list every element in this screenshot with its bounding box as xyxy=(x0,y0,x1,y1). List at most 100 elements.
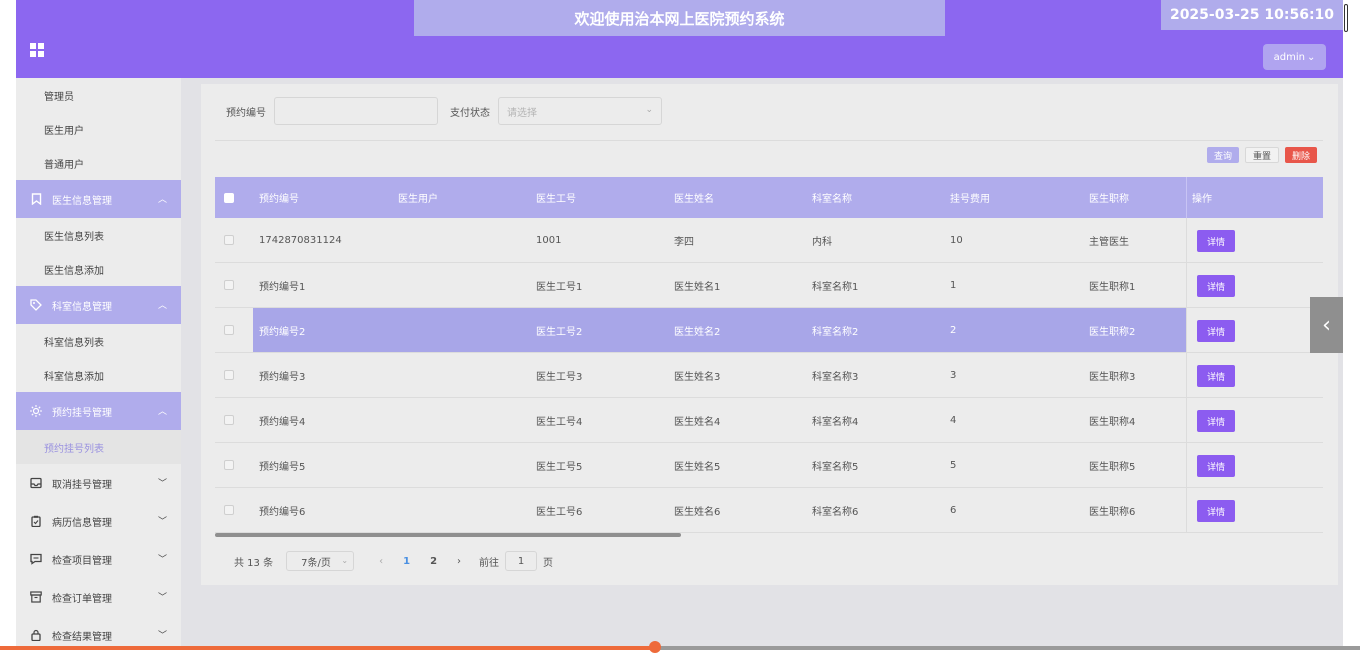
goto-page-input[interactable]: 1 xyxy=(505,551,538,571)
app-frame: 欢迎使用治本网上医院预约系统 2025-03-25 10:56:10 admin… xyxy=(16,0,1343,650)
booking-no-input[interactable] xyxy=(274,97,438,125)
col-dept-cell: 内科 xyxy=(812,236,832,248)
table-row[interactable]: 预约编号3 医生工号3 医生姓名3 科室名称3 3 医生职称3 详情 xyxy=(215,353,1323,398)
pay-status-label: 支付状态 xyxy=(450,107,490,119)
detail-button[interactable]: 详情 xyxy=(1197,410,1235,432)
table-row[interactable]: 预约编号4 医生工号4 医生姓名4 科室名称4 4 医生职称4 详情 xyxy=(215,398,1323,443)
divider xyxy=(215,140,1323,141)
col-dept-cell: 科室名称3 xyxy=(812,371,859,383)
collapse-panel-tab[interactable]: ‹ xyxy=(1310,297,1343,353)
page-size-select[interactable]: 7条/页 ⌄ xyxy=(286,551,355,571)
row-checkbox[interactable] xyxy=(224,280,234,290)
row-checkbox[interactable] xyxy=(224,235,234,245)
sidebar-item[interactable]: 医生用户 xyxy=(16,112,181,146)
table-row[interactable]: 预约编号2 医生工号2 医生姓名2 科室名称2 2 医生职称2 详情 xyxy=(215,308,1323,353)
row-checkbox[interactable] xyxy=(224,460,234,470)
sidebar-group[interactable]: 科室信息管理 ︿ xyxy=(16,286,181,324)
chevron-down-icon: ﹀ xyxy=(157,631,167,641)
delete-button[interactable]: 删除 xyxy=(1284,147,1317,163)
sidebar-item[interactable]: 普通用户 xyxy=(16,146,181,180)
col-fee-cell: 6 xyxy=(950,504,957,516)
col-doctor-user-header: 医生用户 xyxy=(398,194,438,205)
table-row[interactable]: 预约编号6 医生工号6 医生姓名6 科室名称6 6 医生职称6 详情 xyxy=(215,488,1323,533)
sidebar-item-label: 医生信息添加 xyxy=(44,265,104,277)
search-bar: 预约编号 支付状态 请选择 ⌄ xyxy=(226,97,662,125)
user-menu-button[interactable]: admin ⌄ xyxy=(1263,44,1326,70)
col-fee-cell: 3 xyxy=(950,369,957,381)
page-1[interactable]: 1 xyxy=(403,556,410,567)
sidebar-item[interactable]: 预约挂号列表 xyxy=(16,430,181,464)
col-doctor-name-cell: 医生姓名3 xyxy=(674,371,721,383)
chevron-down-icon: ﹀ xyxy=(157,479,167,489)
sidebar-group[interactable]: 病历信息管理 ﹀ xyxy=(16,502,181,540)
video-progress-bar[interactable] xyxy=(0,641,1360,653)
sidebar-item[interactable]: 医生信息添加 xyxy=(16,252,181,286)
sidebar-item[interactable]: 管理员 xyxy=(16,78,181,112)
page-2[interactable]: 2 xyxy=(430,556,437,567)
row-checkbox[interactable] xyxy=(224,505,234,515)
col-doctor-id-cell: 医生工号4 xyxy=(536,416,583,428)
sidebar-group[interactable]: 检查订单管理 ﹀ xyxy=(16,578,181,616)
row-checkbox[interactable] xyxy=(224,415,234,425)
detail-button[interactable]: 详情 xyxy=(1197,275,1235,297)
lock-icon xyxy=(30,629,42,641)
chevron-down-icon: ﹀ xyxy=(157,555,167,565)
col-title-cell: 主管医生 xyxy=(1089,236,1129,248)
sidebar-item-label: 普通用户 xyxy=(44,159,84,171)
row-checkbox[interactable] xyxy=(224,325,234,335)
chevron-up-icon: ︿ xyxy=(157,195,167,205)
table-row[interactable]: 预约编号5 医生工号5 医生姓名5 科室名称5 5 医生职称5 详情 xyxy=(215,443,1323,488)
sidebar-item-label: 管理员 xyxy=(44,91,74,103)
select-all-checkbox[interactable] xyxy=(224,193,234,203)
sidebar-group[interactable]: 取消挂号管理 ﹀ xyxy=(16,464,181,502)
col-doctor-name-cell: 李四 xyxy=(674,236,694,248)
col-doctor-id-header: 医生工号 xyxy=(536,194,576,205)
sidebar-group[interactable]: 检查结果管理 ﹀ xyxy=(16,616,181,650)
chevron-down-icon: ⌄ xyxy=(1306,51,1316,63)
row-checkbox[interactable] xyxy=(224,370,234,380)
sidebar-item-label: 医生信息列表 xyxy=(44,231,104,243)
query-button[interactable]: 查询 xyxy=(1206,147,1239,163)
sidebar-item-label: 预约挂号列表 xyxy=(44,443,104,455)
col-fee-cell: 4 xyxy=(950,414,957,426)
sidebar-nav: 管理员 医生用户 普通用户 医生信息管理 ︿ 医生信息列表 医生信息添加 科室信息管理 ︿ 科室信… xyxy=(16,78,181,650)
sidebar-item[interactable]: 医生信息列表 xyxy=(16,218,181,252)
chevron-down-icon: ⌄ xyxy=(645,105,653,115)
col-doctor-name-header: 医生姓名 xyxy=(674,194,714,205)
pay-status-select[interactable]: 请选择 ⌄ xyxy=(498,97,662,125)
chevron-left-icon: ‹ xyxy=(1322,312,1331,338)
detail-button[interactable]: 详情 xyxy=(1197,455,1235,477)
clock-display: 2025-03-25 10:56:10 xyxy=(1161,0,1343,30)
sidebar-group[interactable]: 医生信息管理 ︿ xyxy=(16,180,181,218)
reset-button[interactable]: 重置 xyxy=(1244,147,1279,163)
inbox-icon xyxy=(30,477,42,489)
scroll-indicator xyxy=(1344,4,1348,32)
progress-knob[interactable] xyxy=(649,641,661,653)
col-dept-cell: 科室名称4 xyxy=(812,416,859,428)
action-cell: 详情 xyxy=(1186,308,1323,352)
col-booking-no-cell: 预约编号1 xyxy=(259,281,306,293)
booking-table: 预约编号 医生用户 医生工号 医生姓名 科室名称 挂号费用 医生职称 操作 174287083… xyxy=(215,177,1323,539)
sidebar-group-label: 科室信息管理 xyxy=(52,301,112,313)
sidebar-group-label: 检查项目管理 xyxy=(52,555,112,567)
prev-page-icon[interactable]: ‹ xyxy=(379,556,383,567)
action-buttons: 查询 重置 删除 xyxy=(1206,147,1317,163)
chevron-up-icon: ︿ xyxy=(157,407,167,417)
page-size-value: 7条/页 xyxy=(301,557,331,569)
sidebar-item[interactable]: 科室信息列表 xyxy=(16,324,181,358)
menu-grid-icon[interactable] xyxy=(30,43,44,57)
col-doctor-id-cell: 医生工号1 xyxy=(536,281,583,293)
detail-button[interactable]: 详情 xyxy=(1197,230,1235,252)
action-column-divider xyxy=(1186,177,1323,218)
table-row[interactable]: 预约编号1 医生工号1 医生姓名1 科室名称1 1 医生职称1 详情 xyxy=(215,263,1323,308)
detail-button[interactable]: 详情 xyxy=(1197,365,1235,387)
detail-button[interactable]: 详情 xyxy=(1197,500,1235,522)
horizontal-scrollbar[interactable] xyxy=(215,533,681,537)
detail-button[interactable]: 详情 xyxy=(1197,320,1235,342)
sidebar-group[interactable]: 预约挂号管理 ︿ xyxy=(16,392,181,430)
sidebar-item[interactable]: 科室信息添加 xyxy=(16,358,181,392)
col-fee-header: 挂号费用 xyxy=(950,194,990,205)
sidebar-group[interactable]: 检查项目管理 ﹀ xyxy=(16,540,181,578)
next-page-icon[interactable]: › xyxy=(457,556,461,567)
table-row[interactable]: 1742870831124 1001 李四 内科 10 主管医生 详情 xyxy=(215,218,1323,263)
